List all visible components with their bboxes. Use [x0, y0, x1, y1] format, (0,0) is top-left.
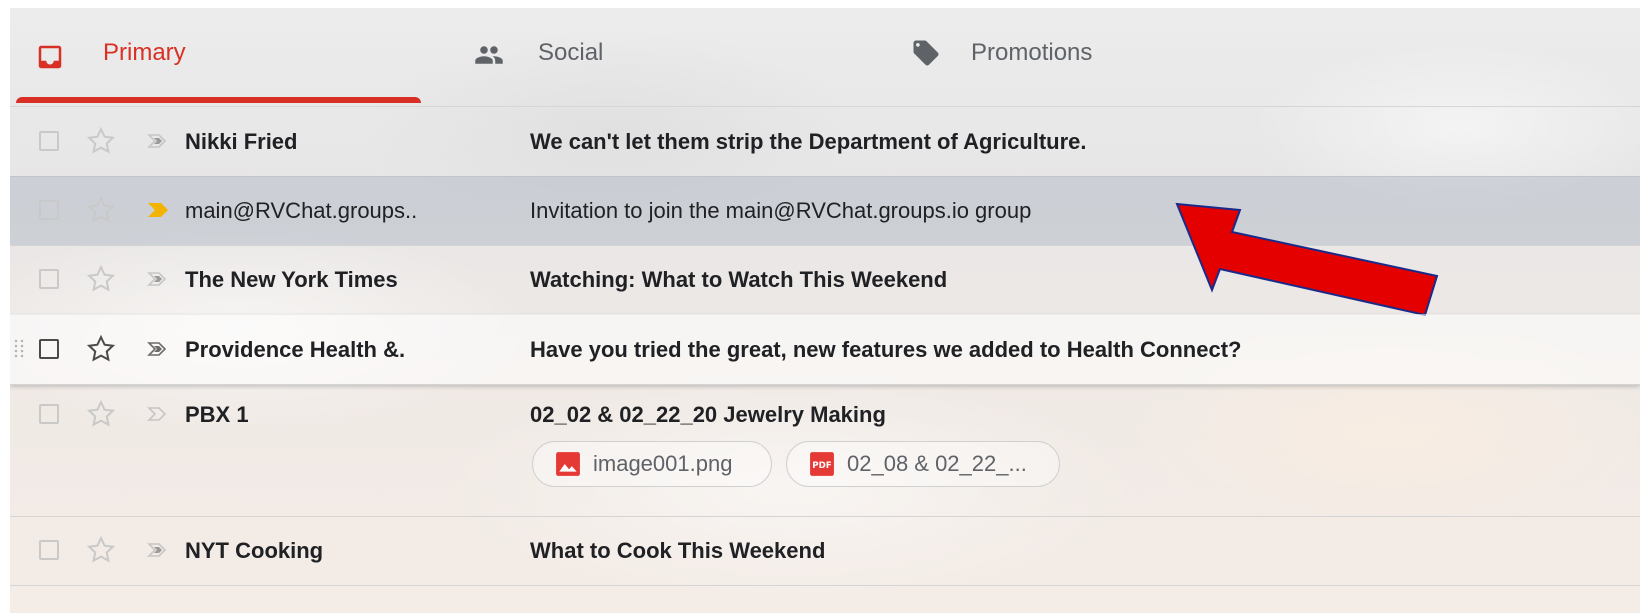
star-icon[interactable]	[86, 126, 116, 156]
image-file-icon	[556, 452, 580, 476]
importance-marker-icon[interactable]	[145, 540, 173, 560]
tab-label: Primary	[103, 39, 186, 66]
attachment-chip[interactable]: image001.png	[532, 441, 772, 487]
sender-name: main@RVChat.groups..	[185, 198, 418, 223]
svg-text:PDF: PDF	[812, 461, 832, 471]
sender-name: Providence Health &.	[185, 337, 406, 362]
email-row[interactable]: Providence Health &. Have you tried the …	[10, 314, 1640, 385]
star-icon[interactable]	[86, 535, 116, 565]
email-subject: Have you tried the great, new features w…	[530, 337, 1242, 362]
select-checkbox[interactable]	[39, 540, 59, 560]
importance-marker-icon[interactable]	[145, 269, 173, 289]
select-checkbox[interactable]	[39, 404, 59, 424]
importance-marker-icon[interactable]	[145, 200, 173, 220]
category-tabs: Primary Social Promotions	[10, 8, 1640, 107]
tab-label: Promotions	[971, 39, 1093, 66]
email-row[interactable]: NYT Cooking What to Cook This Weekend	[10, 516, 1640, 586]
select-checkbox[interactable]	[39, 269, 59, 289]
email-row[interactable]: Nikki Fried We can't let them strip the …	[10, 107, 1640, 177]
sender-name: The New York Times	[185, 267, 398, 292]
sender-name: Nikki Fried	[185, 129, 298, 154]
email-subject: 02_02 & 02_22_20 Jewelry Making	[530, 402, 886, 427]
star-icon[interactable]	[86, 399, 116, 429]
tab-label: Social	[538, 39, 604, 66]
star-icon[interactable]	[86, 195, 116, 225]
tab-promotions[interactable]: Promotions	[903, 8, 1333, 106]
importance-marker-icon[interactable]	[145, 339, 173, 359]
email-subject: Watching: What to Watch This Weekend	[530, 267, 948, 292]
attachment-name: image001.png	[593, 451, 733, 476]
select-checkbox[interactable]	[39, 339, 59, 359]
email-row[interactable]: PBX 1 02_02 & 02_22_20 Jewelry Making im…	[10, 384, 1640, 517]
select-checkbox[interactable]	[39, 131, 59, 151]
select-checkbox[interactable]	[39, 200, 59, 220]
sender-name: PBX 1	[185, 402, 249, 427]
email-subject: We can't let them strip the Department o…	[530, 129, 1087, 154]
email-subject: What to Cook This Weekend	[530, 538, 826, 563]
attachment-chip[interactable]: PDF 02_08 & 02_22_...	[786, 441, 1060, 487]
email-subject: Invitation to join the main@RVChat.group…	[530, 198, 1032, 223]
star-icon[interactable]	[86, 264, 116, 294]
importance-marker-icon[interactable]	[145, 404, 173, 424]
pdf-file-icon: PDF	[810, 452, 834, 476]
importance-marker-icon[interactable]	[145, 131, 173, 151]
tag-icon	[913, 40, 939, 66]
drag-handle-icon[interactable]	[14, 338, 24, 358]
star-icon[interactable]	[86, 334, 116, 364]
inbox-icon	[38, 45, 62, 69]
tab-social[interactable]: Social	[468, 8, 888, 106]
sender-name: NYT Cooking	[185, 538, 324, 563]
tab-primary[interactable]: Primary	[17, 8, 431, 106]
inbox-pane: Primary Social Promotions Nikki Fried We…	[10, 8, 1640, 613]
attachment-name: 02_08 & 02_22_...	[847, 451, 1027, 476]
people-icon	[475, 46, 503, 64]
active-tab-indicator	[16, 97, 421, 103]
